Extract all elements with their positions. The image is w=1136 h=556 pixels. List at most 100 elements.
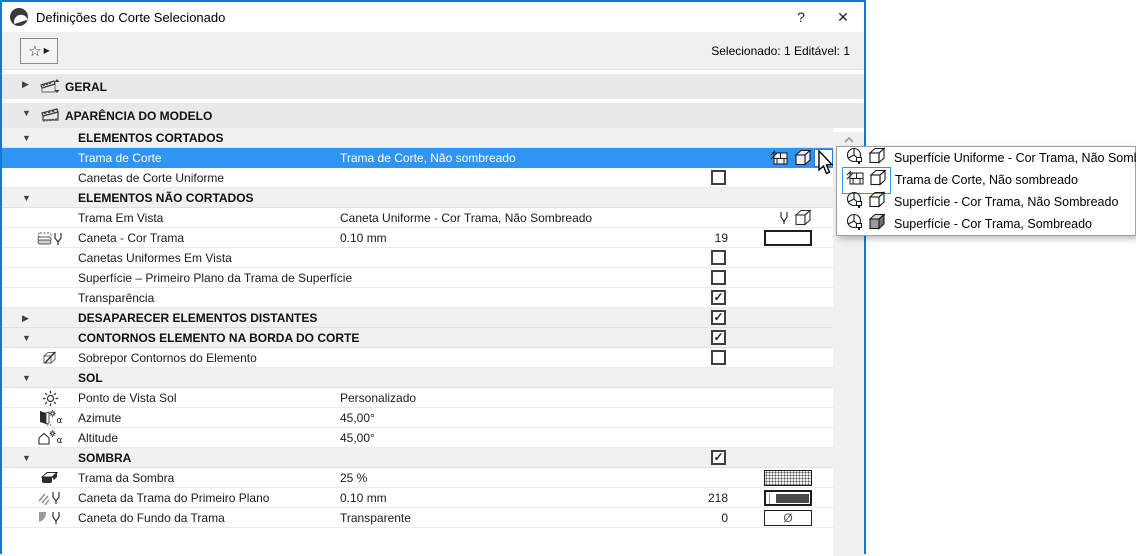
background-pen-icon <box>35 508 65 528</box>
row-sobrepor-contornos[interactable]: Sobrepor Contornos do Elemento <box>2 348 833 368</box>
altitude-icon: α <box>35 428 65 448</box>
row-label: Transparência <box>78 291 155 305</box>
row-transparencia[interactable]: Transparência <box>2 288 833 308</box>
subheader-sombra[interactable]: ▼ SOMBRA <box>2 448 833 468</box>
subheader-label: SOL <box>78 371 103 385</box>
app-logo-icon <box>10 8 28 26</box>
group-label: GERAL <box>65 79 107 94</box>
chevron-down-icon: ▼ <box>22 193 31 203</box>
favorites-button[interactable]: ☆ ▶ <box>20 37 58 64</box>
pen-color-box[interactable] <box>764 490 812 506</box>
menu-item-superficie-sombreado[interactable]: Superfície - Cor Trama, Sombreado <box>837 212 1135 236</box>
dialog-title: Definições do Corte Selecionado <box>36 9 226 25</box>
chevron-down-icon: ▼ <box>22 373 31 383</box>
row-label: Sobrepor Contornos do Elemento <box>78 351 257 365</box>
row-value: Trama de Corte, Não sombreado <box>340 151 516 165</box>
checkbox[interactable] <box>711 290 726 305</box>
group-label: APARÊNCIA DO MODELO <box>65 108 213 123</box>
row-value: 25 % <box>340 471 368 485</box>
row-label: Trama da Sombra <box>78 471 175 485</box>
rows-container: ▼ ELEMENTOS CORTADOS Trama de Corte Tram… <box>2 128 833 528</box>
chevron-right-icon: ▶ <box>22 312 29 323</box>
checkbox[interactable] <box>711 270 726 285</box>
menu-item-label: Trama de Corte, Não sombreado <box>895 173 1078 187</box>
subheader-sol[interactable]: ▼ SOL <box>2 368 833 388</box>
shadow-fill-pattern-box[interactable] <box>764 470 812 486</box>
row-label: Superfície – Primeiro Plano da Trama de … <box>78 271 353 285</box>
row-label: Altitude <box>78 431 119 445</box>
menu-item-label: Superfície Uniforme - Cor Trama, Não Som… <box>894 151 1136 165</box>
checkbox[interactable] <box>711 250 726 265</box>
row-caneta-cor-trama[interactable]: Caneta - Cor Trama 0.10 mm 19 <box>2 228 833 248</box>
row-superficie-primeiro-plano[interactable]: Superfície – Primeiro Plano da Trama de … <box>2 268 833 288</box>
row-label: Trama Em Vista <box>78 211 164 225</box>
row-value: Caneta Uniforme - Cor Trama, Não Sombrea… <box>340 211 593 225</box>
cube-filled-icon <box>868 212 886 236</box>
pen-color-box[interactable]: Ø <box>764 510 812 526</box>
subheader-elementos-nao-cortados[interactable]: ▼ ELEMENTOS NÃO CORTADOS <box>2 188 833 208</box>
chevron-down-icon: ▼ <box>22 133 31 143</box>
checkbox[interactable] <box>711 350 726 365</box>
row-label: Caneta da Trama do Primeiro Plano <box>78 491 270 505</box>
pen-number: 218 <box>707 491 728 505</box>
subheader-elementos-cortados[interactable]: ▼ ELEMENTOS CORTADOS <box>2 128 833 148</box>
shadow-fill-icon <box>35 468 65 488</box>
star-icon: ☆ <box>28 42 42 60</box>
sun-icon <box>35 388 65 408</box>
row-value: Personalizado <box>340 391 417 405</box>
row-canetas-de-corte-uniforme[interactable]: Canetas de Corte Uniforme <box>2 168 833 188</box>
chevron-right-icon: ▶ <box>43 46 50 55</box>
row-trama-de-corte[interactable]: Trama de Corte Trama de Corte, Não sombr… <box>2 148 833 168</box>
scroll-up-icon <box>843 136 854 143</box>
row-trama-em-vista[interactable]: Trama Em Vista Caneta Uniforme - Cor Tra… <box>2 208 833 228</box>
help-button[interactable]: ? <box>780 2 822 32</box>
subheader-label: ELEMENTOS CORTADOS <box>78 131 224 145</box>
subheader-label: CONTORNOS ELEMENTO NA BORDA DO CORTE <box>78 331 360 345</box>
row-label: Canetas de Corte Uniforme <box>78 171 225 185</box>
menu-item-label: Superfície - Cor Trama, Não Sombreado <box>894 195 1119 209</box>
group-aparencia-do-modelo[interactable]: ▼ APARÊNCIA DO MODELO <box>2 103 864 128</box>
checkbox[interactable] <box>711 330 726 345</box>
row-ponto-de-vista-sol[interactable]: Ponto de Vista Sol Personalizado <box>2 388 833 408</box>
title-bar: Definições do Corte Selecionado ? ✕ <box>2 2 864 32</box>
row-altitude[interactable]: α Altitude 45,00° <box>2 428 833 448</box>
favorites-toolbar: ☆ ▶ Selecionado: 1 Editável: 1 <box>2 32 864 70</box>
row-caneta-fundo-trama[interactable]: Caneta do Fundo da Trama Transparente 0 … <box>2 508 833 528</box>
selected-section-settings-dialog: Definições do Corte Selecionado ? ✕ ☆ ▶ S… <box>0 0 866 556</box>
hatch-pen-icon <box>35 488 65 508</box>
close-button[interactable]: ✕ <box>822 2 864 32</box>
row-label: Canetas Uniformes Em Vista <box>78 251 232 265</box>
settings-list: ▶ GERAL ▼ APARÊNCIA DO MODELO ▼ ELEMENTO… <box>2 74 864 556</box>
row-canetas-uniformes-em-vista[interactable]: Canetas Uniformes Em Vista <box>2 248 833 268</box>
subheader-desaparecer-elementos-distantes[interactable]: ▶ DESAPARECER ELEMENTOS DISTANTES <box>2 308 833 328</box>
pen-color-box[interactable] <box>764 230 812 246</box>
model-appearance-icon <box>39 106 61 129</box>
pen-set-icon <box>35 228 65 248</box>
svg-text:α: α <box>57 416 63 426</box>
svg-text:α: α <box>57 436 63 446</box>
fill-display-dropdown-menu: Superfície Uniforme - Cor Trama, Não Som… <box>836 146 1136 236</box>
checkbox[interactable] <box>711 450 726 465</box>
subheader-label: DESAPARECER ELEMENTOS DISTANTES <box>78 311 318 325</box>
row-caneta-trama-primeiro-plano[interactable]: Caneta da Trama do Primeiro Plano 0.10 m… <box>2 488 833 508</box>
row-value: 45,00° <box>340 411 375 425</box>
subheader-label: ELEMENTOS NÃO CORTADOS <box>78 191 254 205</box>
chevron-right-icon: ▶ <box>22 78 29 89</box>
selection-status: Selecionado: 1 Editável: 1 <box>711 44 850 58</box>
surface-brush-icon <box>846 213 865 236</box>
chevron-down-icon: ▼ <box>22 333 31 343</box>
group-geral[interactable]: ▶ GERAL <box>2 74 864 99</box>
checkbox[interactable] <box>711 170 726 185</box>
chevron-down-icon: ▼ <box>22 108 31 118</box>
pen-number: 0 <box>721 511 728 525</box>
row-label: Caneta do Fundo da Trama <box>78 511 225 525</box>
checkbox[interactable] <box>711 310 726 325</box>
row-trama-da-sombra[interactable]: Trama da Sombra 25 % <box>2 468 833 488</box>
row-azimute[interactable]: α Azimute 45,00° <box>2 408 833 428</box>
row-value: Transparente <box>340 511 411 525</box>
pen-number: 19 <box>714 231 728 245</box>
row-label: Ponto de Vista Sol <box>78 391 177 405</box>
subheader-contornos-elemento-na-borda[interactable]: ▼ CONTORNOS ELEMENTO NA BORDA DO CORTE <box>2 328 833 348</box>
row-label: Trama de Corte <box>78 151 162 165</box>
row-label: Azimute <box>78 411 122 425</box>
